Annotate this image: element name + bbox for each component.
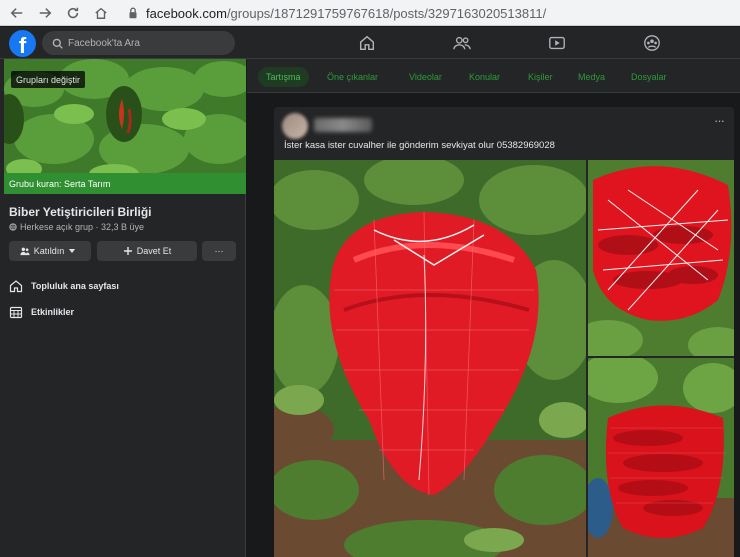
groups-nav-icon[interactable] bbox=[643, 34, 661, 52]
forward-arrow-icon[interactable] bbox=[34, 2, 56, 24]
group-meta: Herkese açık grup · 32,3 B üye bbox=[9, 222, 144, 232]
back-arrow-icon[interactable] bbox=[6, 2, 28, 24]
facebook-logo[interactable]: f bbox=[9, 30, 36, 57]
home-nav-icon[interactable] bbox=[358, 34, 376, 52]
tab-files[interactable]: Dosyalar bbox=[631, 67, 667, 87]
invite-label: Davet Et bbox=[136, 246, 172, 256]
group-name[interactable]: Biber Yetiştiricileri Birliği bbox=[9, 205, 152, 219]
group-sidebar: Grupları değiştir Grubu kuran: Serta Tar… bbox=[0, 59, 246, 557]
url-path: /groups/1871291759767618/posts/329716302… bbox=[226, 5, 547, 21]
people-icon bbox=[20, 247, 30, 256]
friends-nav-icon[interactable] bbox=[453, 34, 471, 52]
browser-toolbar: facebook.com/groups/1871291759767618/pos… bbox=[0, 0, 740, 26]
watch-nav-icon[interactable] bbox=[548, 34, 566, 52]
post-photo-top-right[interactable] bbox=[588, 160, 734, 356]
sidebar-item-community-home[interactable]: Topluluk ana sayfası bbox=[9, 277, 119, 295]
post-text: İster kasa ister cuvalher ile gönderim s… bbox=[284, 140, 555, 151]
tab-featured[interactable]: Öne çıkanlar bbox=[327, 67, 378, 87]
group-meta-text: Herkese açık grup · 32,3 B üye bbox=[20, 222, 145, 232]
sidebar-item-label: Topluluk ana sayfası bbox=[31, 281, 119, 291]
group-founder-banner[interactable]: Grubu kuran: Serta Tarım bbox=[4, 173, 246, 194]
author-name-blurred[interactable] bbox=[314, 118, 372, 132]
post-more-button[interactable]: ··· bbox=[714, 113, 725, 128]
lock-icon bbox=[129, 7, 137, 19]
tab-people[interactable]: Kişiler bbox=[528, 67, 553, 87]
tab-media[interactable]: Medya bbox=[578, 67, 605, 87]
sidebar-item-events[interactable]: Etkinlikler bbox=[9, 303, 74, 321]
url-domain: facebook.com bbox=[146, 5, 227, 21]
post-photo-main[interactable] bbox=[274, 160, 586, 557]
main-feed: ··· İster kasa ister cuvalher ile gönder… bbox=[247, 93, 740, 557]
sidebar-item-label: Etkinlikler bbox=[31, 307, 75, 317]
search-input[interactable]: Facebook'ta Ara bbox=[42, 31, 235, 55]
logo-letter: f bbox=[18, 33, 27, 57]
search-placeholder: Facebook'ta Ara bbox=[68, 37, 140, 49]
more-dots-icon: ··· bbox=[214, 246, 224, 256]
address-bar[interactable]: facebook.com/groups/1871291759767618/pos… bbox=[118, 3, 718, 23]
home-icon[interactable] bbox=[90, 2, 112, 24]
tab-discussion[interactable]: Tartışma bbox=[258, 67, 309, 87]
facebook-header: f Facebook'ta Ara bbox=[0, 27, 740, 59]
joined-label: Katıldın bbox=[33, 246, 65, 256]
calendar-icon bbox=[9, 306, 23, 319]
joined-button[interactable]: Katıldın bbox=[9, 241, 91, 261]
group-tabs: Tartışma Öne çıkanlar Videolar Konular K… bbox=[247, 59, 740, 93]
change-group-button[interactable]: Grupları değiştir bbox=[11, 71, 86, 88]
post-card: ··· İster kasa ister cuvalher ile gönder… bbox=[274, 107, 734, 557]
tab-videos[interactable]: Videolar bbox=[409, 67, 442, 87]
plus-icon bbox=[123, 247, 132, 255]
tab-topics[interactable]: Konular bbox=[469, 67, 500, 87]
reload-icon[interactable] bbox=[62, 2, 84, 24]
globe-icon bbox=[9, 223, 17, 231]
house-icon bbox=[9, 280, 23, 293]
invite-button[interactable]: Davet Et bbox=[97, 241, 197, 261]
search-icon bbox=[52, 38, 63, 49]
caret-down-icon bbox=[69, 249, 76, 253]
group-more-button[interactable]: ··· bbox=[202, 241, 236, 261]
post-photo-bottom-right[interactable] bbox=[588, 358, 734, 557]
author-avatar[interactable] bbox=[282, 113, 308, 139]
